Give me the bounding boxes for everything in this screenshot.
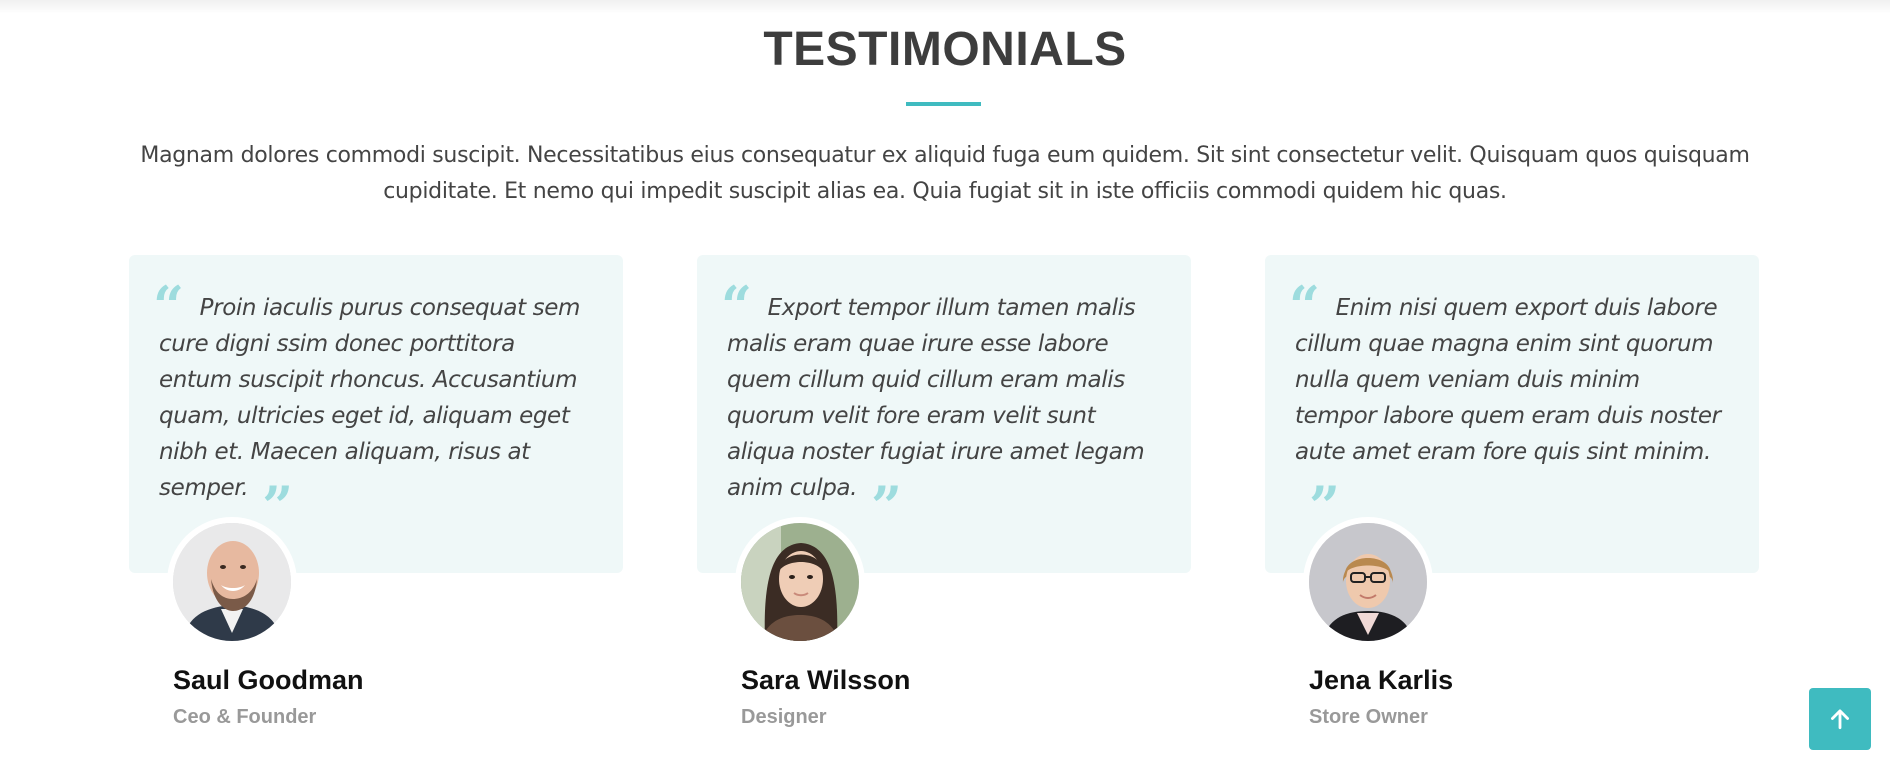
testimonial-quote-text: Export tempor illum tamen malis malis er…: [727, 295, 1145, 501]
avatar: [167, 517, 297, 647]
testimonial-item: “Proin iaculis purus consequat sem cure …: [129, 255, 623, 728]
testimonial-name: Saul Goodman: [173, 665, 364, 695]
quote-right-icon: ”: [262, 474, 293, 538]
testimonial-quote: “Export tempor illum tamen malis malis e…: [721, 279, 1157, 538]
testimonial-quote-text: Proin iaculis purus consequat sem cure d…: [159, 295, 580, 501]
testimonial-name: Sara Wilsson: [741, 665, 911, 695]
testimonial-quote: “Enim nisi quem export duis labore cillu…: [1289, 279, 1725, 538]
testimonial-role: Ceo & Founder: [173, 706, 317, 728]
avatar-photo: [741, 523, 859, 641]
quote-left-icon: “: [1289, 274, 1320, 338]
testimonial-role: Store Owner: [1309, 706, 1428, 728]
back-to-top-button[interactable]: [1809, 688, 1871, 750]
avatar: [735, 517, 865, 647]
quote-right-icon: ”: [1309, 474, 1340, 538]
testimonial-item: “Export tempor illum tamen malis malis e…: [697, 255, 1191, 728]
quote-right-icon: ”: [871, 474, 902, 538]
quote-left-icon: “: [153, 274, 184, 338]
arrow-up-icon: [1831, 709, 1849, 730]
title-underline: [906, 102, 981, 106]
section-description: Magnam dolores commodi suscipit. Necessi…: [140, 143, 1750, 204]
header-shadow: [0, 0, 1890, 14]
testimonial-item: “Enim nisi quem export duis labore cillu…: [1265, 255, 1759, 728]
avatar: [1303, 517, 1433, 647]
testimonial-quote-text: Enim nisi quem export duis labore cillum…: [1295, 295, 1721, 465]
testimonial-role: Designer: [741, 706, 827, 728]
testimonial-quote: “Proin iaculis purus consequat sem cure …: [153, 279, 589, 538]
quote-left-icon: “: [721, 274, 752, 338]
section-title: TESTIMONIALS: [763, 23, 1127, 76]
testimonial-name: Jena Karlis: [1309, 665, 1454, 695]
avatar-photo: [1309, 523, 1427, 641]
avatar-photo: [173, 523, 291, 641]
